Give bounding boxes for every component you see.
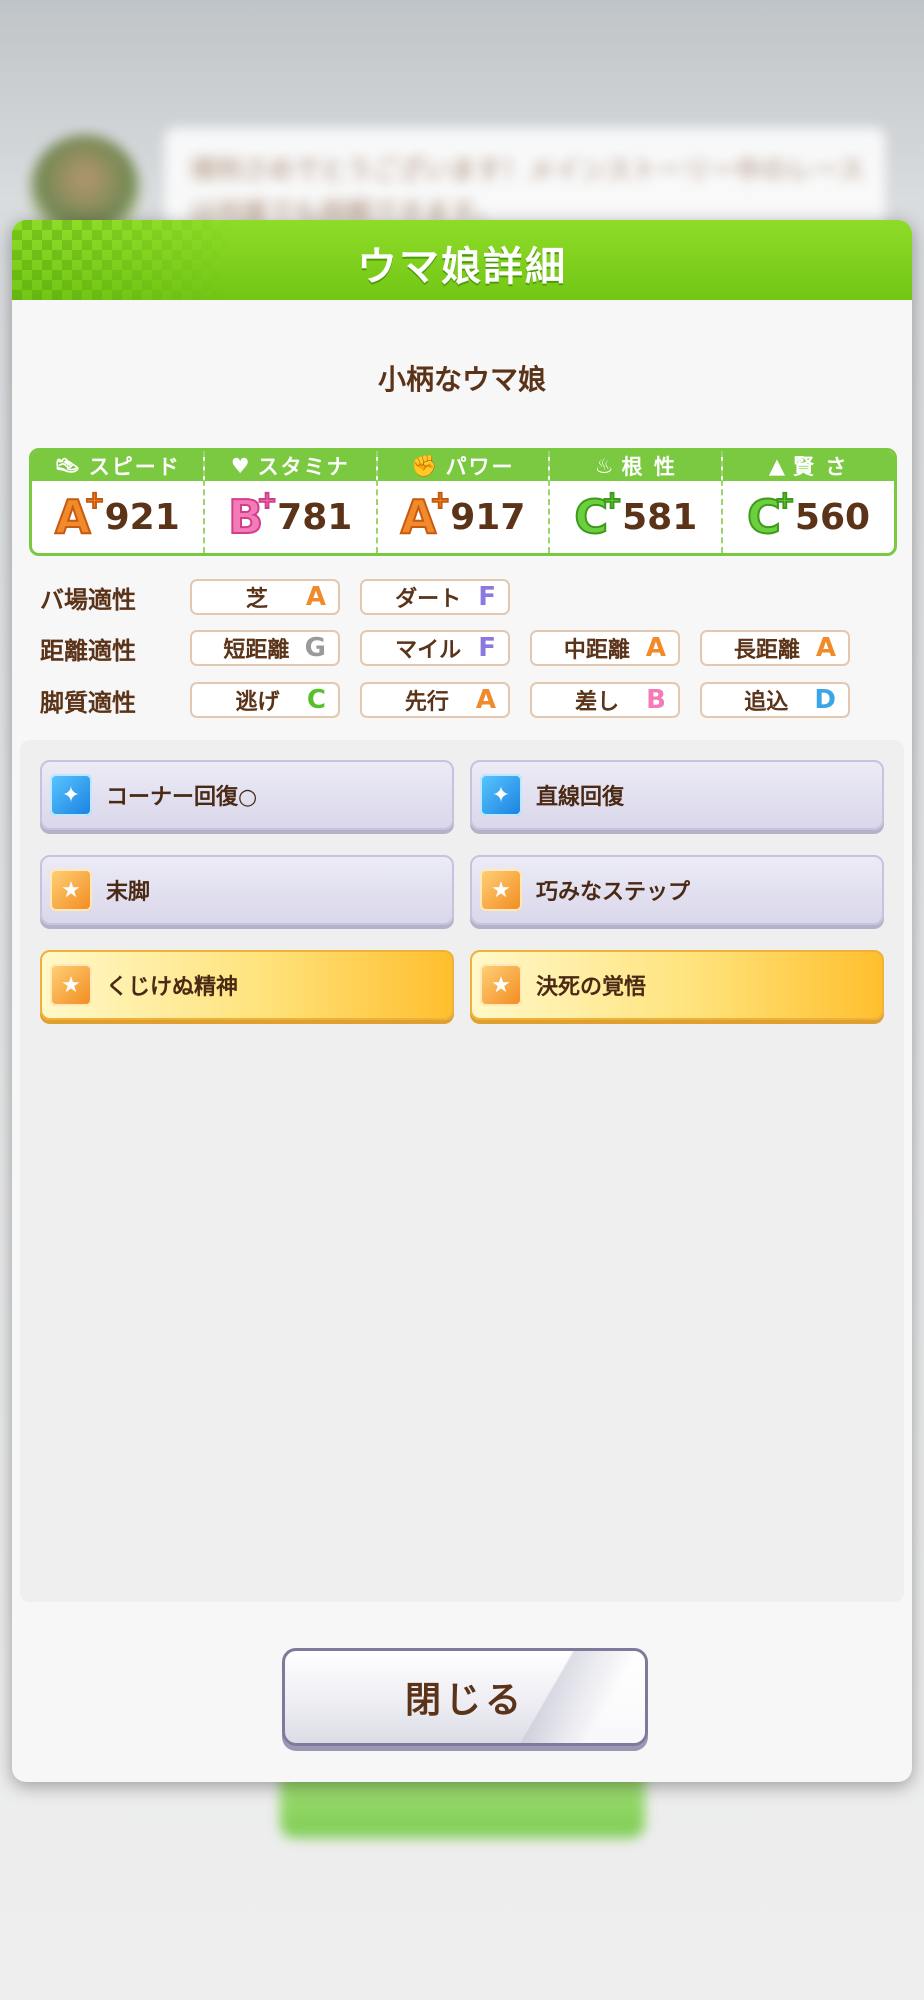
aptitude-mile: マイル F: [360, 630, 510, 666]
aptitude-grade: C: [306, 685, 326, 715]
stat-label: パワー: [445, 455, 515, 479]
aptitude-grade: G: [304, 633, 326, 663]
aptitude-name: 逃げ: [235, 690, 280, 715]
stat-header: ♥ スタミナ: [204, 451, 376, 481]
stat-value: 921: [104, 496, 180, 538]
skill-name: 直線回復: [536, 785, 625, 810]
aptitude-grade: B: [646, 685, 666, 715]
aptitude-name: 差し: [575, 690, 620, 715]
running-figure-icon: ★: [50, 964, 92, 1006]
stat-grade: A +: [54, 486, 106, 544]
skill-name: コーナー回復○: [106, 785, 258, 810]
running-figure-icon: ★: [50, 869, 92, 911]
strategy-aptitude-row: 脚質適性 逃げ C 先行 A 差し B 追込 D: [40, 680, 870, 720]
stat-label: 賢 さ: [793, 455, 849, 479]
skill-button[interactable]: ✦ 直線回復: [470, 760, 884, 830]
skill-name: 決死の覚悟: [536, 975, 647, 1000]
dialog-header: ウマ娘詳細: [12, 220, 912, 300]
stat-value: 560: [794, 496, 871, 538]
aptitude-dirt: ダート F: [360, 579, 510, 615]
skill-button[interactable]: ★ 末脚: [40, 855, 454, 925]
stat-header: ♨ 根 性: [550, 451, 722, 481]
aptitude-name: マイル: [395, 638, 462, 663]
heart-icon: ♥: [230, 454, 252, 478]
stat-header: 👟︎ スピード: [32, 451, 203, 481]
close-button[interactable]: 閉じる: [282, 1648, 648, 1746]
aptitude-front-runner: 逃げ C: [190, 682, 340, 718]
aptitude-grade: F: [478, 633, 496, 663]
stat-grade: A +: [400, 486, 452, 544]
stat-wisdom: ▲ 賢 さ C + 560: [723, 451, 894, 553]
aptitude-medium: 中距離 A: [530, 630, 680, 666]
stat-value: 581: [622, 496, 698, 538]
stat-grade: B +: [227, 486, 278, 544]
aptitude-name: 短距離: [223, 638, 290, 663]
aptitude-name: 中距離: [563, 638, 630, 663]
aptitude-name: ダート: [395, 587, 462, 612]
muscle-icon: ✊: [411, 453, 440, 478]
stat-label: スピード: [88, 455, 181, 479]
aptitude-grade: F: [478, 582, 496, 612]
graduation-cap-icon: ▲: [768, 454, 787, 478]
aptitude-grade: D: [814, 685, 836, 715]
stat-label: 根 性: [621, 455, 677, 479]
dialog-title: ウマ娘詳細: [357, 244, 567, 290]
stat-guts: ♨ 根 性 C + 581: [550, 451, 724, 553]
stat-label: スタミナ: [257, 455, 350, 479]
aptitude-grade: A: [475, 685, 496, 715]
recovery-sparkle-icon: ✦: [50, 774, 92, 816]
aptitude-grade: A: [815, 633, 836, 663]
stat-grade: C +: [746, 486, 796, 544]
aptitude-end-closer: 追込 D: [700, 682, 850, 718]
aptitude-turf: 芝 A: [190, 579, 340, 615]
skill-button[interactable]: ✦ コーナー回復○: [40, 760, 454, 830]
aptitude-late-surger: 差し B: [530, 682, 680, 718]
skill-name: 巧みなステップ: [536, 880, 691, 905]
stat-body: A + 921: [32, 481, 203, 553]
stat-grade: C +: [573, 486, 623, 544]
stat-speed: 👟︎ スピード A + 921: [32, 451, 205, 553]
stat-body: C + 560: [723, 481, 894, 553]
aptitude-name: 追込: [744, 690, 789, 715]
stat-power: ✊ パワー A + 917: [377, 451, 551, 553]
track-aptitude-row: バ場適性 芝 A ダート F: [40, 577, 530, 617]
skill-button-gold[interactable]: ★ 決死の覚悟: [470, 950, 884, 1020]
aptitude-name: 先行: [404, 690, 449, 715]
skills-panel: ✦ コーナー回復○ ✦ 直線回復 ★ 末脚 ★ 巧みなステップ ★ くじけぬ精神…: [20, 740, 904, 1602]
stat-stamina: ♥ スタミナ B + 781: [204, 451, 378, 553]
stats-panel: 👟︎ スピード A + 921 ♥ スタミナ B + 781 ✊ パワー A +…: [29, 448, 897, 556]
running-figure-icon: ★: [480, 964, 522, 1006]
aptitude-name: 長距離: [733, 638, 800, 663]
recovery-sparkle-icon: ✦: [480, 774, 522, 816]
uma-detail-dialog: ウマ娘詳細 小柄なウマ娘 👟︎ スピード A + 921 ♥ スタミナ B + 78…: [12, 220, 912, 1782]
stat-body: A + 917: [378, 481, 549, 553]
aptitude-sprint: 短距離 G: [190, 630, 340, 666]
stat-value: 917: [450, 496, 526, 538]
aptitude-label: 距離適性: [40, 636, 136, 665]
close-button-label: 閉じる: [404, 1680, 525, 1721]
aptitude-grade: A: [645, 633, 666, 663]
skill-button[interactable]: ★ 巧みなステップ: [470, 855, 884, 925]
skill-name: くじけぬ精神: [106, 975, 239, 1000]
stat-body: C + 581: [550, 481, 721, 553]
character-name: 小柄なウマ娘: [377, 363, 546, 396]
flame-icon: ♨: [594, 454, 616, 478]
stat-value: 781: [277, 496, 353, 538]
shoe-icon: 👟︎: [54, 453, 83, 478]
aptitude-label: バ場適性: [40, 585, 136, 614]
aptitude-label: 脚質適性: [40, 688, 136, 717]
running-figure-icon: ★: [480, 869, 522, 911]
stat-header: ▲ 賢 さ: [723, 451, 894, 481]
aptitude-name: 芝: [245, 587, 268, 612]
skill-button-gold[interactable]: ★ くじけぬ精神: [40, 950, 454, 1020]
skill-name: 末脚: [106, 880, 151, 905]
aptitude-grade: A: [305, 582, 326, 612]
stat-header: ✊ パワー: [377, 451, 549, 481]
stat-body: B + 781: [205, 481, 376, 553]
aptitude-long: 長距離 A: [700, 630, 850, 666]
aptitude-pace-chaser: 先行 A: [360, 682, 510, 718]
distance-aptitude-row: 距離適性 短距離 G マイル F 中距離 A 長距離 A: [40, 628, 870, 668]
